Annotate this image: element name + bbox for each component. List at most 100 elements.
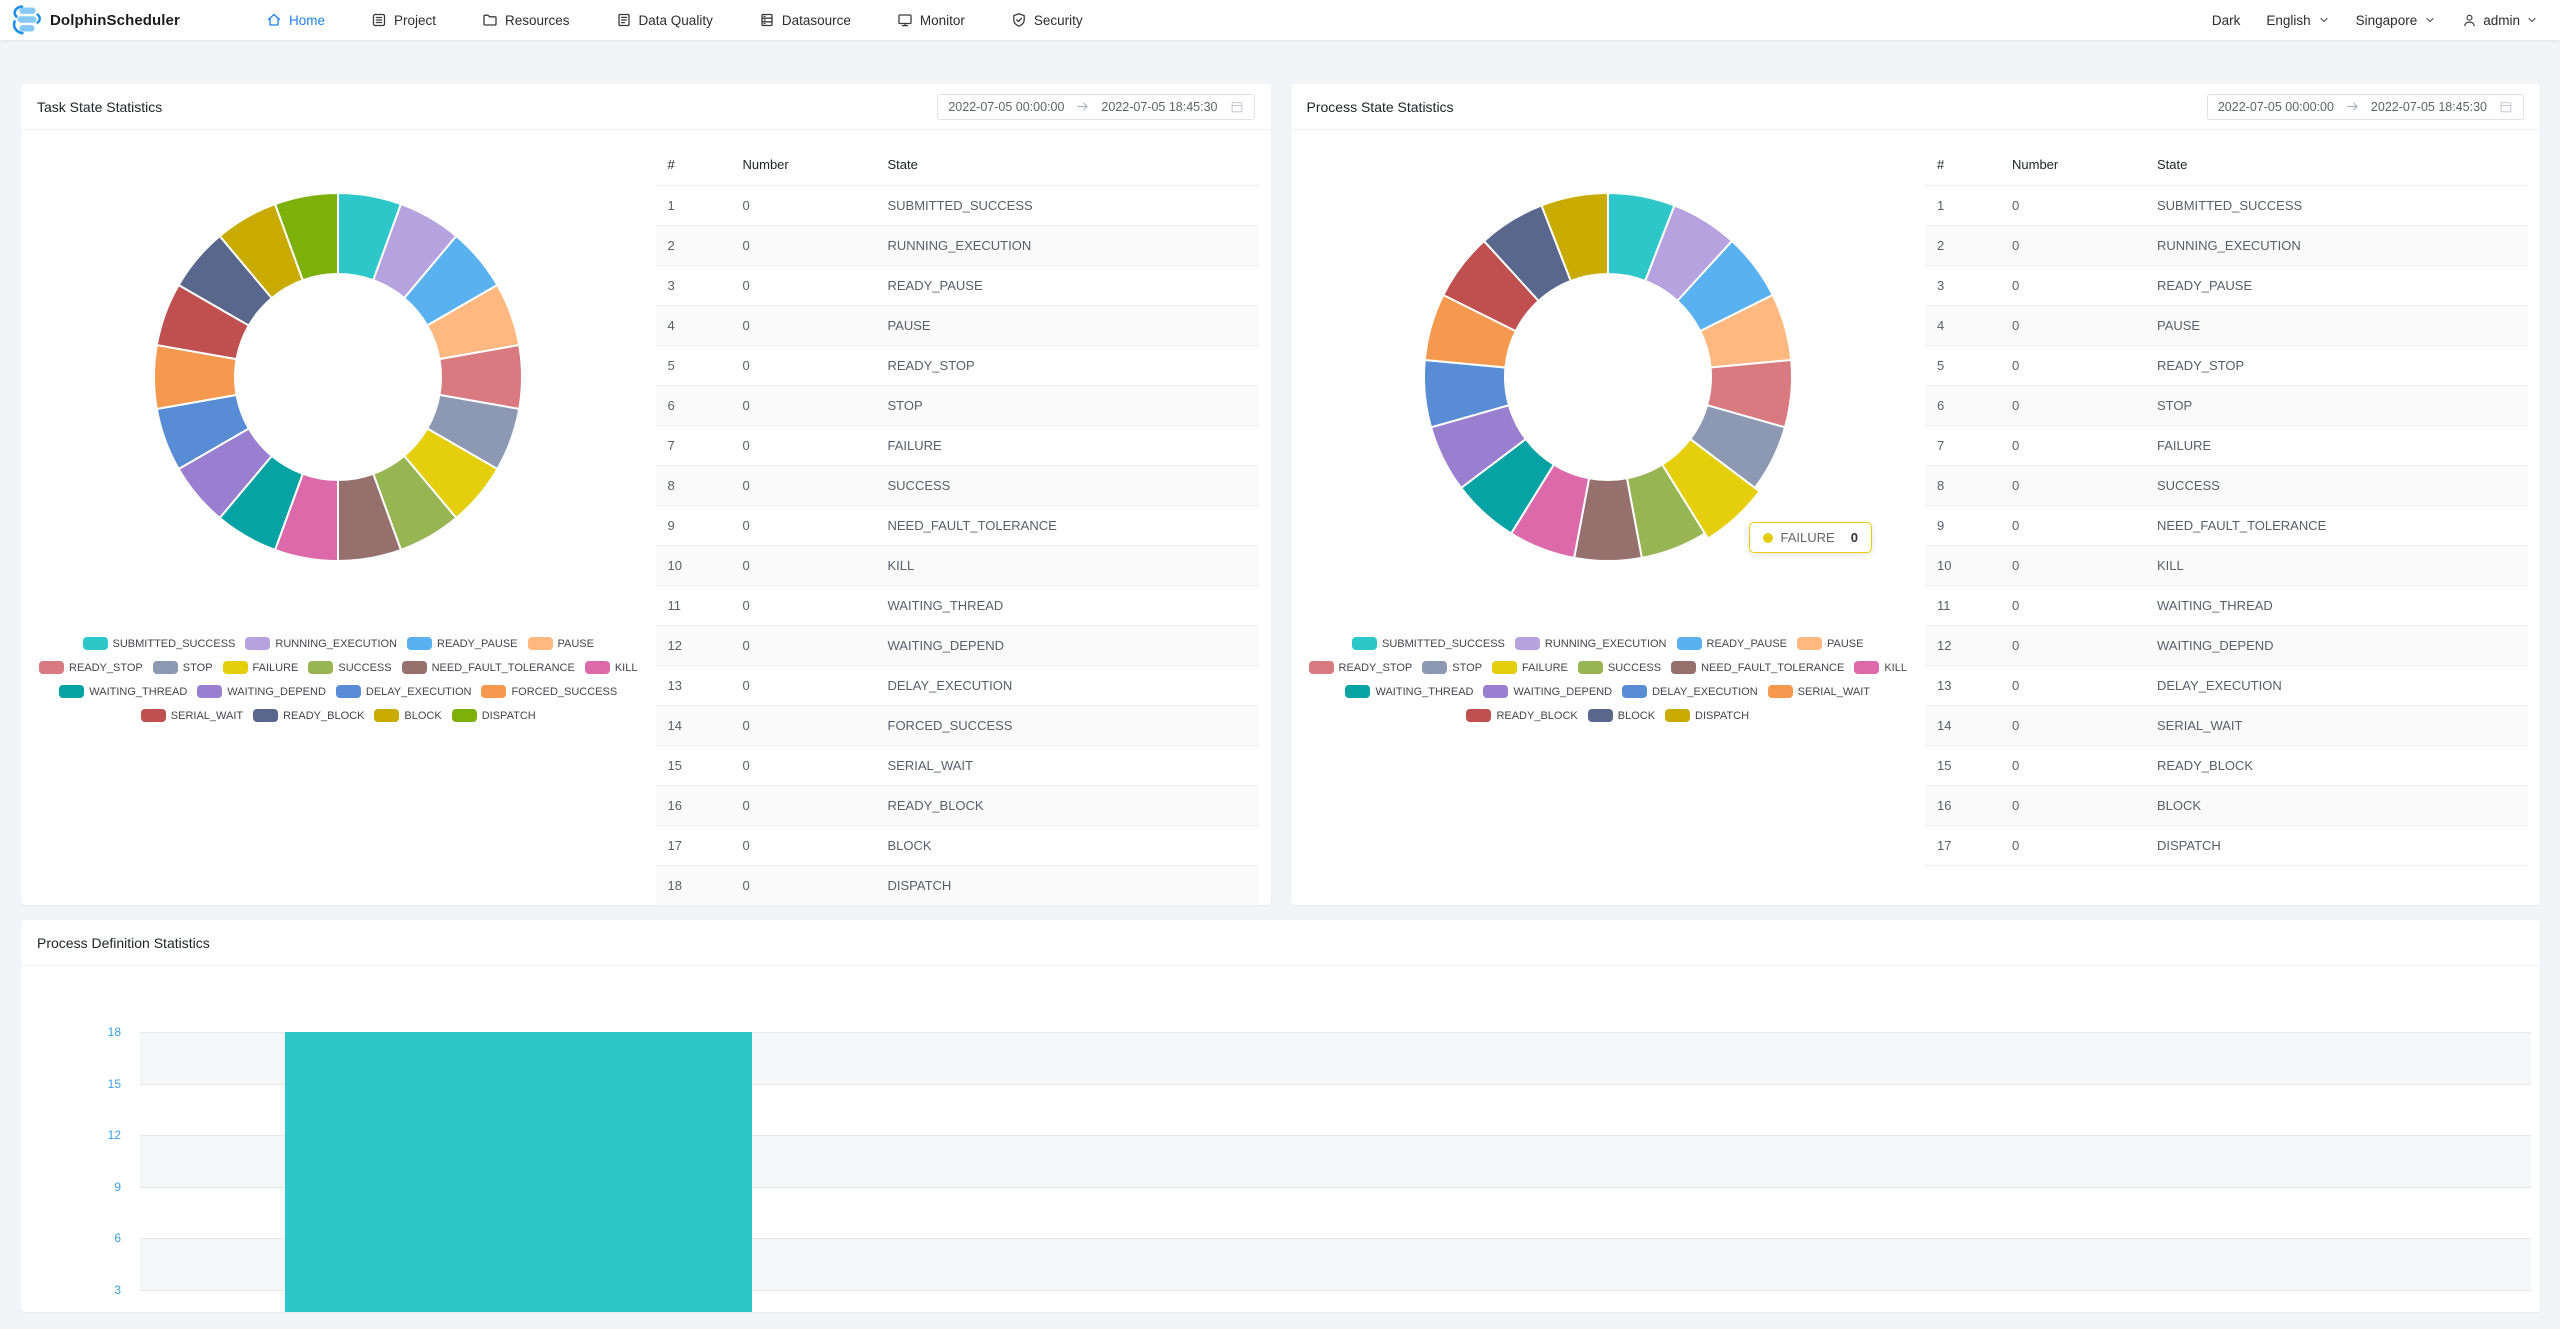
legend-item-kill[interactable]: KILL [585, 661, 638, 674]
state-number: 0 [731, 585, 876, 625]
table-row: 120WAITING_DEPEND [656, 625, 1259, 665]
chart-tooltip: FAILURE 0 [1749, 522, 1872, 553]
nav-item-data-quality[interactable]: Data Quality [616, 12, 713, 28]
task-donut-pane: SUBMITTED_SUCCESS RUNNING_EXECUTION READY_… [21, 130, 656, 906]
nav-item-project[interactable]: Project [371, 12, 436, 28]
row-index: 14 [656, 705, 731, 745]
legend-item-submitted_success[interactable]: SUBMITTED_SUCCESS [83, 637, 236, 650]
row-index: 17 [1925, 825, 2000, 865]
tooltip-label: FAILURE [1781, 530, 1835, 545]
project-icon [371, 12, 387, 28]
legend-item-dispatch[interactable]: DISPATCH [1665, 709, 1749, 722]
legend-item-success[interactable]: SUCCESS [1578, 661, 1661, 674]
legend-item-serial_wait[interactable]: SERIAL_WAIT [141, 709, 243, 722]
column-header: # [656, 145, 731, 185]
legend-item-dispatch[interactable]: DISPATCH [452, 709, 536, 722]
nav-item-home[interactable]: Home [266, 12, 325, 28]
legend-item-delay_execution[interactable]: DELAY_EXECUTION [1622, 685, 1758, 698]
legend-swatch [1578, 661, 1603, 674]
legend-item-failure[interactable]: FAILURE [223, 661, 299, 674]
nav-item-resources[interactable]: Resources [482, 12, 570, 28]
process-state-donut-chart [1418, 187, 1798, 567]
data-quality-icon [616, 12, 632, 28]
nav-item-datasource[interactable]: Datasource [759, 12, 851, 28]
legend-item-stop[interactable]: STOP [1422, 661, 1482, 674]
state-name: PAUSE [876, 305, 1259, 345]
legend-item-waiting_depend[interactable]: WAITING_DEPEND [1483, 685, 1612, 698]
legend-item-waiting_thread[interactable]: WAITING_THREAD [1345, 685, 1473, 698]
nav-item-label: Resources [505, 13, 570, 28]
app-logo[interactable]: DolphinScheduler [10, 5, 180, 35]
state-number: 0 [2000, 785, 2145, 825]
process-definition-bar[interactable] [285, 1032, 752, 1312]
user-menu[interactable]: admin [2462, 13, 2538, 28]
nav-item-label: Security [1034, 13, 1083, 28]
legend-item-ready_pause[interactable]: READY_PAUSE [1677, 637, 1788, 650]
main-nav: Home Project Resources Data Quality Datasour… [266, 12, 1083, 28]
legend-item-ready_pause[interactable]: READY_PAUSE [407, 637, 518, 650]
legend-item-waiting_thread[interactable]: WAITING_THREAD [59, 685, 187, 698]
legend-item-ready_stop[interactable]: READY_STOP [39, 661, 143, 674]
nav-item-label: Monitor [920, 13, 965, 28]
process-card-title: Process State Statistics [1307, 99, 1454, 115]
table-row: 60STOP [1925, 385, 2528, 425]
legend-item-ready_block[interactable]: READY_BLOCK [1466, 709, 1577, 722]
legend-item-stop[interactable]: STOP [153, 661, 213, 674]
legend-item-submitted_success[interactable]: SUBMITTED_SUCCESS [1352, 637, 1505, 650]
legend-label: PAUSE [1827, 638, 1863, 650]
legend-item-need_fault_tolerance[interactable]: NEED_FAULT_TOLERANCE [402, 661, 575, 674]
legend-item-block[interactable]: BLOCK [1588, 709, 1655, 722]
legend-label: FORCED_SUCCESS [511, 686, 617, 698]
legend-label: KILL [615, 662, 638, 674]
task-state-table: #NumberState 10SUBMITTED_SUCCESS20RUNNIN… [656, 145, 1259, 906]
state-number: 0 [2000, 225, 2145, 265]
table-row: 10SUBMITTED_SUCCESS [1925, 185, 2528, 225]
row-index: 15 [1925, 745, 2000, 785]
nav-item-label: Data Quality [639, 13, 713, 28]
state-name: DELAY_EXECUTION [876, 665, 1259, 705]
username: admin [2483, 13, 2520, 28]
legend-swatch [1797, 637, 1822, 650]
state-name: DISPATCH [2145, 825, 2528, 865]
nav-item-monitor[interactable]: Monitor [897, 12, 965, 28]
legend-item-running_execution[interactable]: RUNNING_EXECUTION [1515, 637, 1667, 650]
chevron-down-icon [2526, 14, 2538, 26]
legend-item-waiting_depend[interactable]: WAITING_DEPEND [197, 685, 326, 698]
state-number: 0 [731, 185, 876, 225]
legend-item-ready_stop[interactable]: READY_STOP [1309, 661, 1413, 674]
date-end-value: 2022-07-05 18:45:30 [1101, 100, 1217, 114]
legend-item-block[interactable]: BLOCK [374, 709, 441, 722]
table-row: 80SUCCESS [656, 465, 1259, 505]
state-name: KILL [876, 545, 1259, 585]
row-index: 8 [656, 465, 731, 505]
theme-toggle-button[interactable]: Dark [2212, 13, 2241, 28]
state-name: BLOCK [876, 825, 1259, 865]
column-header: # [1925, 145, 2000, 185]
legend-label: READY_STOP [69, 662, 143, 674]
table-row: 60STOP [656, 385, 1259, 425]
legend-item-failure[interactable]: FAILURE [1492, 661, 1568, 674]
language-select[interactable]: English [2266, 13, 2329, 28]
legend-item-pause[interactable]: PAUSE [1797, 637, 1863, 650]
task-date-range-picker[interactable]: 2022-07-05 00:00:00 2022-07-05 18:45:30 [937, 94, 1254, 120]
legend-item-forced_success[interactable]: FORCED_SUCCESS [481, 685, 617, 698]
row-index: 17 [656, 825, 731, 865]
legend-item-need_fault_tolerance[interactable]: NEED_FAULT_TOLERANCE [1671, 661, 1844, 674]
legend-item-kill[interactable]: KILL [1854, 661, 1907, 674]
legend-swatch [253, 709, 278, 722]
state-number: 0 [2000, 585, 2145, 625]
legend-item-pause[interactable]: PAUSE [528, 637, 594, 650]
state-name: SUBMITTED_SUCCESS [2145, 185, 2528, 225]
legend-swatch [1768, 685, 1793, 698]
nav-item-security[interactable]: Security [1011, 12, 1083, 28]
timezone-select[interactable]: Singapore [2356, 13, 2437, 28]
legend-item-running_execution[interactable]: RUNNING_EXECUTION [245, 637, 397, 650]
state-number: 0 [731, 305, 876, 345]
legend-item-delay_execution[interactable]: DELAY_EXECUTION [336, 685, 472, 698]
legend-item-success[interactable]: SUCCESS [308, 661, 391, 674]
legend-item-serial_wait[interactable]: SERIAL_WAIT [1768, 685, 1870, 698]
legend-item-ready_block[interactable]: READY_BLOCK [253, 709, 364, 722]
process-date-range-picker[interactable]: 2022-07-05 00:00:00 2022-07-05 18:45:30 [2207, 94, 2524, 120]
row-index: 16 [1925, 785, 2000, 825]
state-name: SUBMITTED_SUCCESS [876, 185, 1259, 225]
